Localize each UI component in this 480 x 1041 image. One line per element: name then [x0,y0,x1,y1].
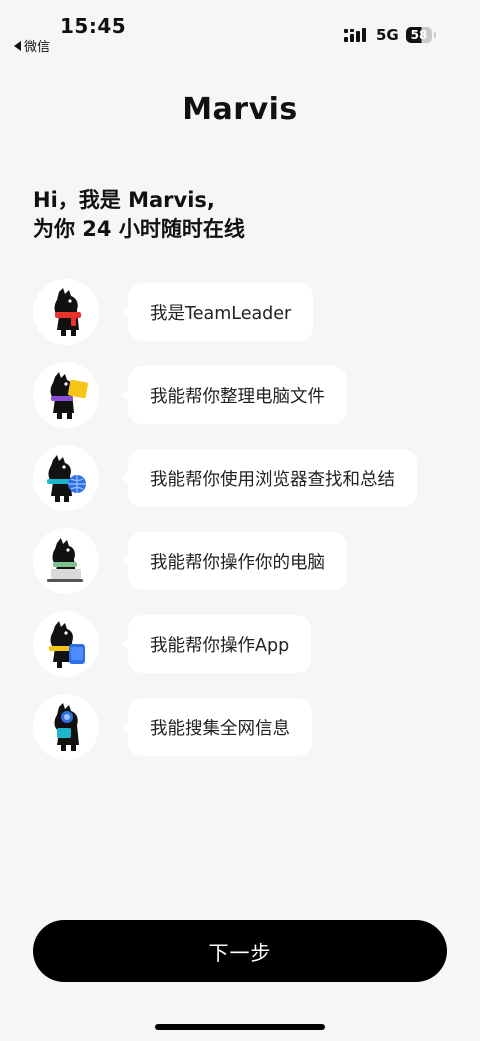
feature-item: 我是TeamLeader [33,279,453,345]
greeting: Hi，我是 Marvis, 为你 24 小时随时在线 [33,186,245,244]
feature-bubble: 我能帮你操作App [120,615,312,673]
battery-icon: 58 [406,27,432,43]
mascot-avatar [33,611,99,677]
feature-bubble: 我能帮你操作你的电脑 [121,532,347,590]
horse-mascot-globe-icon [47,455,86,502]
feature-item: 我能帮你使用浏览器查找和总结 [33,445,453,511]
feature-bubble: 我是TeamLeader [120,283,314,341]
feature-item: 我能搜集全网信息 [33,694,453,760]
horse-mascot-search-icon [54,703,79,751]
battery-cap [434,32,436,38]
horse-mascot-folder-icon [50,372,88,419]
greeting-line-1: Hi，我是 Marvis, [33,188,215,212]
back-arrow-icon [14,40,21,51]
status-bar: 15:45 微信 5G 58 [0,0,480,60]
home-indicator[interactable] [155,1024,325,1030]
feature-item: 我能帮你整理电脑文件 [33,362,453,428]
horse-mascot-laptop-icon [47,538,83,582]
network-type: 5G [376,26,399,44]
cellular-signal-icon [344,28,366,42]
horse-mascot-phone-icon [49,621,85,668]
feature-bubble: 我能帮你整理电脑文件 [121,366,347,424]
feature-bubble: 我能帮你使用浏览器查找和总结 [121,449,417,507]
status-time: 15:45 [60,14,127,38]
feature-item: 我能帮你操作App [33,611,453,677]
back-to-app-link[interactable]: 微信 [14,36,50,55]
mascot-avatar [33,362,99,428]
greeting-line-2: 为你 24 小时随时在线 [33,217,245,241]
back-app-label: 微信 [24,40,51,55]
feature-item: 我能帮你操作你的电脑 [33,528,453,594]
feature-list: 我是TeamLeader 我能帮你整理电脑文件 我能帮你使用浏览器查找和总结 我… [33,279,453,777]
mascot-avatar [33,694,99,760]
next-step-button[interactable]: 下一步 [33,920,447,982]
feature-bubble: 我能搜集全网信息 [121,698,312,756]
brand-title: Marvis [182,92,298,127]
mascot-avatar [33,528,99,594]
horse-mascot-scarf-icon [54,288,81,336]
mascot-avatar [33,279,99,345]
mascot-avatar [33,445,99,511]
